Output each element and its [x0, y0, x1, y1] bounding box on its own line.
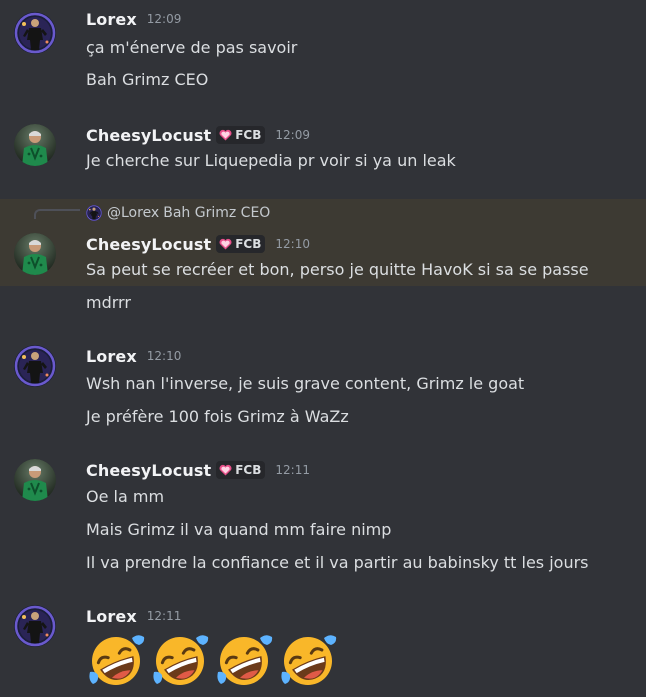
- message-text[interactable]: ça m'énerve de pas savoir: [86, 37, 297, 59]
- username[interactable]: Lorex: [86, 607, 137, 626]
- reply-mention[interactable]: @Lorex: [107, 205, 159, 221]
- message-header: CheesyLocust FCB 12:11: [86, 459, 310, 481]
- timestamp[interactable]: 12:09: [147, 12, 182, 26]
- message-header: CheesyLocust FCB 12:10: [86, 233, 310, 255]
- avatar-image: [14, 233, 56, 275]
- rofl-emoji-icon[interactable]: [86, 630, 146, 690]
- username[interactable]: CheesyLocust: [86, 235, 211, 254]
- heart-icon: [219, 464, 232, 476]
- avatar-image: [86, 205, 102, 221]
- message-text[interactable]: Je préfère 100 fois Grimz à WaZz: [86, 406, 349, 428]
- server-tag-badge[interactable]: FCB: [216, 235, 266, 253]
- server-tag-badge[interactable]: FCB: [216, 126, 266, 144]
- message-text[interactable]: mdrrr: [86, 292, 131, 314]
- username[interactable]: CheesyLocust: [86, 461, 211, 480]
- timestamp[interactable]: 12:10: [147, 349, 182, 363]
- user-avatar-lorex[interactable]: [14, 12, 56, 54]
- username[interactable]: Lorex: [86, 347, 137, 366]
- user-avatar-cheesylocust[interactable]: [14, 459, 56, 501]
- chat-view: Lorex 12:09 ça m'énerve de pas savoir Ba…: [0, 0, 646, 697]
- reply-preview[interactable]: @Lorex Bah Grimz CEO: [86, 203, 270, 223]
- avatar-image: [14, 459, 56, 501]
- message-text[interactable]: Je cherche sur Liquepedia pr voir si ya …: [86, 150, 456, 172]
- username[interactable]: CheesyLocust: [86, 126, 211, 145]
- message-text[interactable]: Sa peut se recréer et bon, perso je quit…: [86, 259, 589, 281]
- reply-avatar: [86, 205, 102, 221]
- timestamp[interactable]: 12:11: [275, 463, 310, 477]
- user-avatar-cheesylocust[interactable]: [14, 124, 56, 166]
- badge-label: FCB: [235, 128, 262, 142]
- user-avatar-lorex[interactable]: [14, 345, 56, 387]
- timestamp[interactable]: 12:09: [275, 128, 310, 142]
- message-text[interactable]: Il va prendre la confiance et il va part…: [86, 552, 589, 574]
- rofl-emoji-icon[interactable]: [214, 630, 274, 690]
- avatar-image: [14, 12, 56, 54]
- message-text[interactable]: Oe la mm: [86, 486, 164, 508]
- message-text[interactable]: Bah Grimz CEO: [86, 69, 208, 91]
- message-text[interactable]: Wsh nan l'inverse, je suis grave content…: [86, 373, 524, 395]
- heart-icon: [219, 238, 232, 250]
- emoji-message: [86, 630, 342, 690]
- message-text[interactable]: Mais Grimz il va quand mm faire nimp: [86, 519, 391, 541]
- server-tag-badge[interactable]: FCB: [216, 461, 266, 479]
- heart-icon: [219, 129, 232, 141]
- message-header: Lorex 12:11: [86, 605, 181, 627]
- username[interactable]: Lorex: [86, 10, 137, 29]
- message-group: CheesyLocust FCB 12:09 Je cherche sur Li…: [0, 110, 646, 198]
- reply-text[interactable]: Bah Grimz CEO: [163, 205, 270, 221]
- avatar-image: [14, 345, 56, 387]
- timestamp[interactable]: 12:10: [275, 237, 310, 251]
- badge-label: FCB: [235, 463, 262, 477]
- avatar-image: [14, 124, 56, 166]
- badge-label: FCB: [235, 237, 262, 251]
- message-header: Lorex 12:10: [86, 345, 181, 367]
- user-avatar-cheesylocust[interactable]: [14, 233, 56, 275]
- message-header: Lorex 12:09: [86, 8, 181, 30]
- message-group: Lorex 12:09 ça m'énerve de pas savoir Ba…: [0, 0, 646, 110]
- user-avatar-lorex[interactable]: [14, 605, 56, 647]
- message-header: CheesyLocust FCB 12:09: [86, 124, 310, 146]
- reply-spine: [34, 209, 80, 219]
- rofl-emoji-icon[interactable]: [150, 630, 210, 690]
- avatar-image: [14, 605, 56, 647]
- timestamp[interactable]: 12:11: [147, 609, 182, 623]
- rofl-emoji-icon[interactable]: [278, 630, 338, 690]
